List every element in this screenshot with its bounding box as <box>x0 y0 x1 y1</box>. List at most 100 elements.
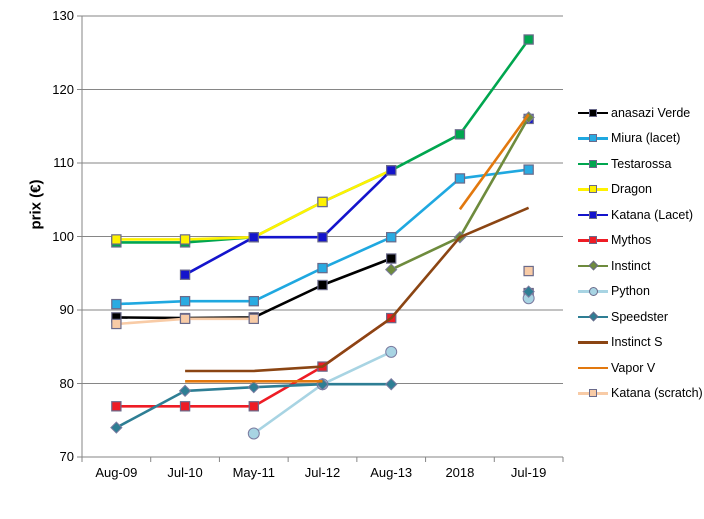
legend-item-label: Speedster <box>611 309 668 324</box>
legend-item[interactable]: Instinct <box>578 253 704 279</box>
data-point <box>317 196 328 208</box>
series-speedster <box>110 285 535 434</box>
legend-marker-icon <box>588 286 598 296</box>
data-point <box>523 34 534 45</box>
series-katana-scratch- <box>111 265 534 330</box>
y-tick-label: 80 <box>59 375 74 391</box>
data-point <box>523 265 534 277</box>
legend-item[interactable]: Katana (scratch) <box>578 381 704 407</box>
line-chart: prix (€) 130 120 110 100 90 80 70 Aug-09 Jul-10… <box>0 0 704 519</box>
data-point <box>385 263 398 276</box>
legend-swatch-icon <box>578 334 608 350</box>
data-point <box>111 234 122 245</box>
legend-swatch-icon <box>578 283 608 299</box>
data-point <box>454 129 466 140</box>
legend-item[interactable]: Mythos <box>578 228 704 254</box>
legend-swatch-icon <box>578 105 608 121</box>
data-point <box>248 232 259 243</box>
legend-swatch-icon <box>578 309 608 325</box>
data-point <box>386 232 397 243</box>
legend-item-label: Instinct S <box>611 335 663 350</box>
data-point <box>179 295 191 307</box>
series-katana-lacet- <box>179 113 534 280</box>
legend-item-label: Mythos <box>611 233 652 248</box>
legend-item[interactable]: Instinct S <box>578 330 704 356</box>
series-line <box>390 116 530 271</box>
legend-item[interactable]: Vapor V <box>578 355 704 381</box>
legend-swatch-icon <box>578 385 608 401</box>
legend-item-label: Testarossa <box>611 156 672 171</box>
legend-item-label: Katana (Lacet) <box>611 207 693 222</box>
legend-swatch-icon <box>578 232 608 248</box>
data-point <box>179 401 191 412</box>
series-line <box>116 257 392 320</box>
data-point <box>179 313 191 325</box>
legend-marker-icon <box>588 311 598 322</box>
data-point <box>523 164 534 175</box>
legend-swatch-icon <box>578 258 608 274</box>
x-tick-label: Jul-12 <box>304 465 341 480</box>
data-point <box>111 318 122 330</box>
x-tick-label: Aug-13 <box>370 465 413 480</box>
legend-swatch-icon <box>578 181 608 197</box>
data-point <box>385 378 398 391</box>
legend-marker-icon <box>589 134 597 143</box>
x-tick-label: May-11 <box>232 465 275 480</box>
series-instinct-s <box>185 206 530 373</box>
legend-line <box>578 366 608 370</box>
data-point <box>179 269 191 280</box>
legend-item-label: anasazi Verde <box>611 105 691 120</box>
y-tick-label: 100 <box>52 228 74 244</box>
legend-item[interactable]: anasazi Verde <box>578 100 704 126</box>
legend-item[interactable]: Python <box>578 279 704 305</box>
data-point <box>111 298 122 310</box>
legend-item-label: Python <box>611 284 650 299</box>
legend-item[interactable]: Dragon <box>578 177 704 203</box>
legend-item-label: Instinct <box>611 258 651 273</box>
legend-swatch-icon <box>578 360 608 376</box>
legend-marker-icon <box>589 389 597 398</box>
data-point <box>385 345 398 358</box>
legend-swatch-icon <box>578 207 608 223</box>
data-point <box>110 421 123 434</box>
series-testarossa <box>111 34 534 248</box>
x-tick-label: 2018 <box>445 465 475 480</box>
legend-marker-icon <box>589 159 597 168</box>
legend-item-label: Vapor V <box>611 360 656 375</box>
data-point <box>248 295 259 307</box>
data-point <box>454 173 466 184</box>
legend-item[interactable]: Miura (lacet) <box>578 126 704 152</box>
chart-legend: anasazi Verde Miura (lacet) Testarossa Drag… <box>578 100 704 406</box>
data-point <box>317 262 328 274</box>
y-tick-label: 120 <box>52 81 74 97</box>
y-tick-label: 110 <box>53 155 74 170</box>
data-point <box>386 165 397 176</box>
legend-marker-icon <box>589 185 597 194</box>
data-point <box>247 427 260 440</box>
legend-item[interactable]: Speedster <box>578 304 704 330</box>
x-tick-label: Aug-09 <box>95 465 138 480</box>
legend-line <box>578 341 608 344</box>
series-line <box>458 113 530 211</box>
series-line <box>185 206 530 373</box>
legend-marker-icon <box>589 236 597 245</box>
legend-item[interactable]: Testarossa <box>578 151 704 177</box>
x-tick-label: Jul-19 <box>510 465 547 480</box>
series-mythos <box>111 287 534 412</box>
data-point <box>317 232 328 243</box>
data-point <box>386 253 397 264</box>
legend-swatch-icon <box>578 130 608 146</box>
series-line <box>116 38 530 244</box>
data-point <box>317 279 328 291</box>
y-tick-label: 90 <box>59 302 74 317</box>
data-point <box>111 401 122 412</box>
legend-item[interactable]: Katana (Lacet) <box>578 202 704 228</box>
legend-swatch-icon <box>578 156 608 172</box>
series-line <box>116 169 392 241</box>
legend-marker-icon <box>589 108 597 117</box>
legend-marker-icon <box>588 260 598 271</box>
x-tick-label: Jul-10 <box>167 465 203 480</box>
data-point <box>248 313 259 325</box>
y-tick-label: 70 <box>59 449 74 464</box>
data-point <box>178 384 192 398</box>
